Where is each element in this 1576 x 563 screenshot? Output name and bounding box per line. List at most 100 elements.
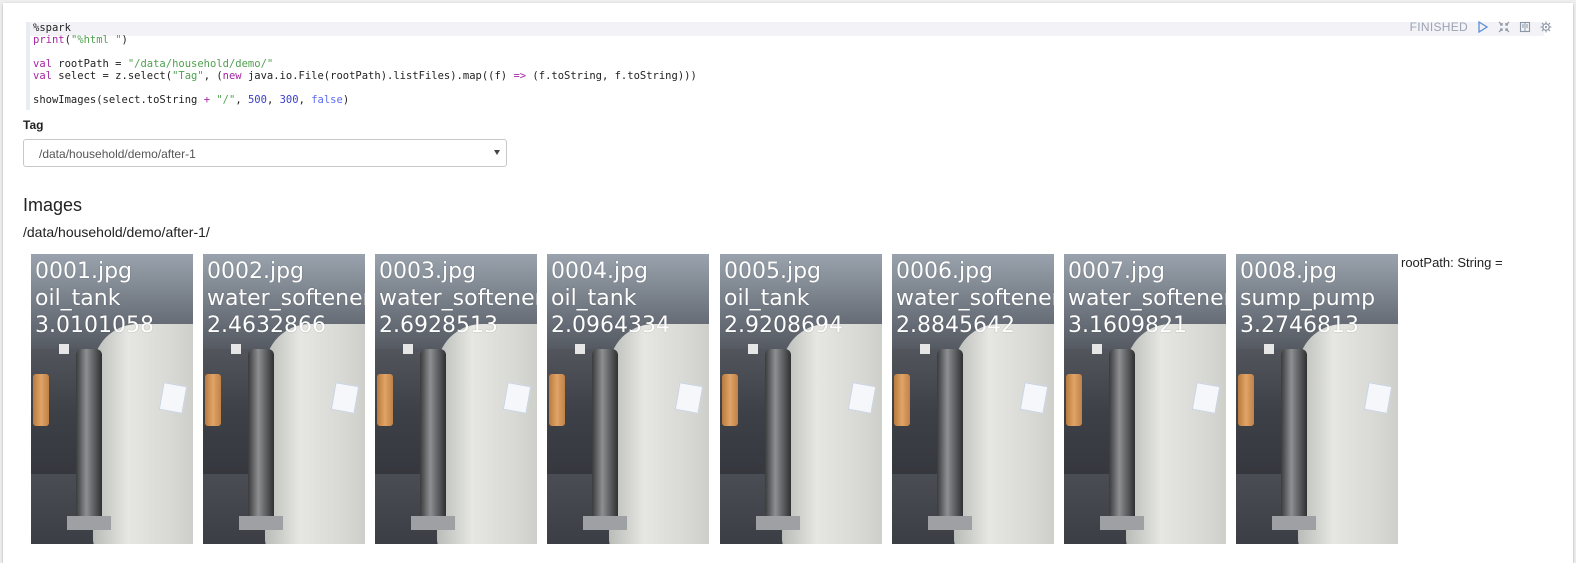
thumb-label-card xyxy=(330,382,360,414)
code-token: ) xyxy=(342,94,350,106)
caption-tag: water_softener xyxy=(896,286,1054,311)
caption-score: 2.4632866 xyxy=(207,313,326,338)
thumb-cap xyxy=(403,344,413,354)
thumb-filter xyxy=(377,374,393,426)
image-thumbnail: 0007.jpg water_softener 3.1609821 xyxy=(1064,254,1226,544)
code-token: 500 xyxy=(247,94,267,106)
code-token: , xyxy=(235,94,248,106)
code-token: rootPath = xyxy=(51,58,128,70)
thumb-base xyxy=(67,516,111,530)
image-caption: 0008.jpg sump_pump 3.2746813 xyxy=(1240,258,1375,339)
image-thumbnail: 0003.jpg water_softener 2.6928513 xyxy=(375,254,537,544)
thumb-tank xyxy=(1298,324,1398,544)
gear-icon[interactable] xyxy=(1539,21,1552,34)
code-line: showImages(select.toString + "/", 500, 3… xyxy=(33,94,697,106)
thumb-softener-column xyxy=(592,349,618,529)
thumb-tank xyxy=(782,324,882,544)
tag-select[interactable]: /data/household/demo/after-1 xyxy=(23,139,507,167)
image-caption: 0002.jpg water_softener 2.4632866 xyxy=(207,258,365,339)
code-token: val xyxy=(33,70,52,82)
caption-file: 0004.jpg xyxy=(551,259,649,284)
thumb-softener-column xyxy=(420,349,446,529)
editor-gutter xyxy=(26,22,30,110)
image-thumbnail: 0005.jpg oil_tank 2.9208694 xyxy=(720,254,882,544)
caption-score: 2.6928513 xyxy=(379,313,498,338)
thumb-label-card xyxy=(1191,382,1221,414)
code-token: "%html " xyxy=(70,34,122,46)
code-token: val xyxy=(33,58,52,70)
thumb-base xyxy=(411,516,455,530)
code-token: showImages(select.toString xyxy=(33,94,204,106)
thumb-label-card xyxy=(1363,382,1393,414)
thumb-softener-column xyxy=(248,349,274,529)
caption-score: 3.0101058 xyxy=(35,313,154,338)
thumb-filter xyxy=(1066,374,1082,426)
thumb-softener-column xyxy=(1281,349,1307,529)
caption-score: 2.9208694 xyxy=(724,313,843,338)
thumb-base xyxy=(239,516,283,530)
image-caption: 0007.jpg water_softener 3.1609821 xyxy=(1068,258,1226,339)
paragraph-status-bar: FINISHED xyxy=(1410,20,1552,34)
caption-score: 3.2746813 xyxy=(1240,313,1359,338)
thumb-label-card xyxy=(1019,382,1049,414)
collapse-icon[interactable] xyxy=(1497,21,1510,34)
thumb-cap xyxy=(231,344,241,354)
thumb-filter xyxy=(722,374,738,426)
code-line: %spark xyxy=(33,22,697,34)
root-path-output: rootPath: String = xyxy=(1401,255,1503,270)
code-line: val select = z.select("Tag", (new java.i… xyxy=(33,70,697,82)
thumb-label-card xyxy=(158,382,188,414)
code-token: 300 xyxy=(279,94,299,106)
caption-file: 0002.jpg xyxy=(207,259,305,284)
caption-score: 3.1609821 xyxy=(1068,313,1187,338)
tag-select-value: /data/household/demo/after-1 xyxy=(39,147,196,161)
caption-score: 2.8845642 xyxy=(896,313,1015,338)
thumb-filter xyxy=(1238,374,1254,426)
book-icon[interactable] xyxy=(1518,21,1531,34)
code-token: ) xyxy=(121,34,128,46)
play-icon[interactable] xyxy=(1476,21,1489,34)
caption-file: 0007.jpg xyxy=(1068,259,1166,284)
thumb-tank xyxy=(1126,324,1226,544)
image-caption: 0006.jpg water_softener 2.8845642 xyxy=(896,258,1054,339)
thumb-base xyxy=(1272,516,1316,530)
thumb-base xyxy=(1100,516,1144,530)
code-token: select = z.select( xyxy=(51,70,173,82)
thumb-cap xyxy=(1092,344,1102,354)
image-caption: 0001.jpg oil_tank 3.0101058 xyxy=(35,258,154,339)
code-token: "/data/household/demo/" xyxy=(127,58,274,70)
thumb-tank xyxy=(609,324,709,544)
image-caption: 0004.jpg oil_tank 2.0964334 xyxy=(551,258,670,339)
caption-tag: oil_tank xyxy=(35,286,121,311)
code-token: , xyxy=(298,94,312,106)
caption-tag: water_softener xyxy=(207,286,365,311)
code-line: val rootPath = "/data/household/demo/" xyxy=(33,58,697,70)
caption-tag: oil_tank xyxy=(724,286,810,311)
image-caption: 0003.jpg water_softener 2.6928513 xyxy=(379,258,537,339)
code-editor[interactable]: %spark print("%html ") val rootPath = "/da… xyxy=(26,22,1544,110)
caption-tag: water_softener xyxy=(1068,286,1226,311)
thumb-base xyxy=(928,516,972,530)
code-token: (f.toString, f.toString))) xyxy=(526,70,697,82)
code-token: %spark xyxy=(33,22,71,34)
caption-tag: sump_pump xyxy=(1240,286,1376,311)
code-line: print("%html ") xyxy=(33,34,697,46)
thumb-cap xyxy=(748,344,758,354)
caption-file: 0001.jpg xyxy=(35,259,133,284)
image-thumbnail: 0002.jpg water_softener 2.4632866 xyxy=(203,254,365,544)
code-token: "Tag" xyxy=(172,70,204,82)
thumb-tank xyxy=(954,324,1054,544)
chevron-down-icon xyxy=(494,150,500,155)
thumb-base xyxy=(583,516,627,530)
thumb-filter xyxy=(549,374,565,426)
thumb-filter xyxy=(205,374,221,426)
code-token: , xyxy=(266,94,280,106)
code-token: false xyxy=(311,94,343,106)
thumb-softener-column xyxy=(76,349,102,529)
code-text[interactable]: %spark print("%html ") val rootPath = "/da… xyxy=(33,22,697,106)
caption-file: 0005.jpg xyxy=(724,259,822,284)
image-caption: 0005.jpg oil_tank 2.9208694 xyxy=(724,258,843,339)
caption-file: 0003.jpg xyxy=(379,259,477,284)
